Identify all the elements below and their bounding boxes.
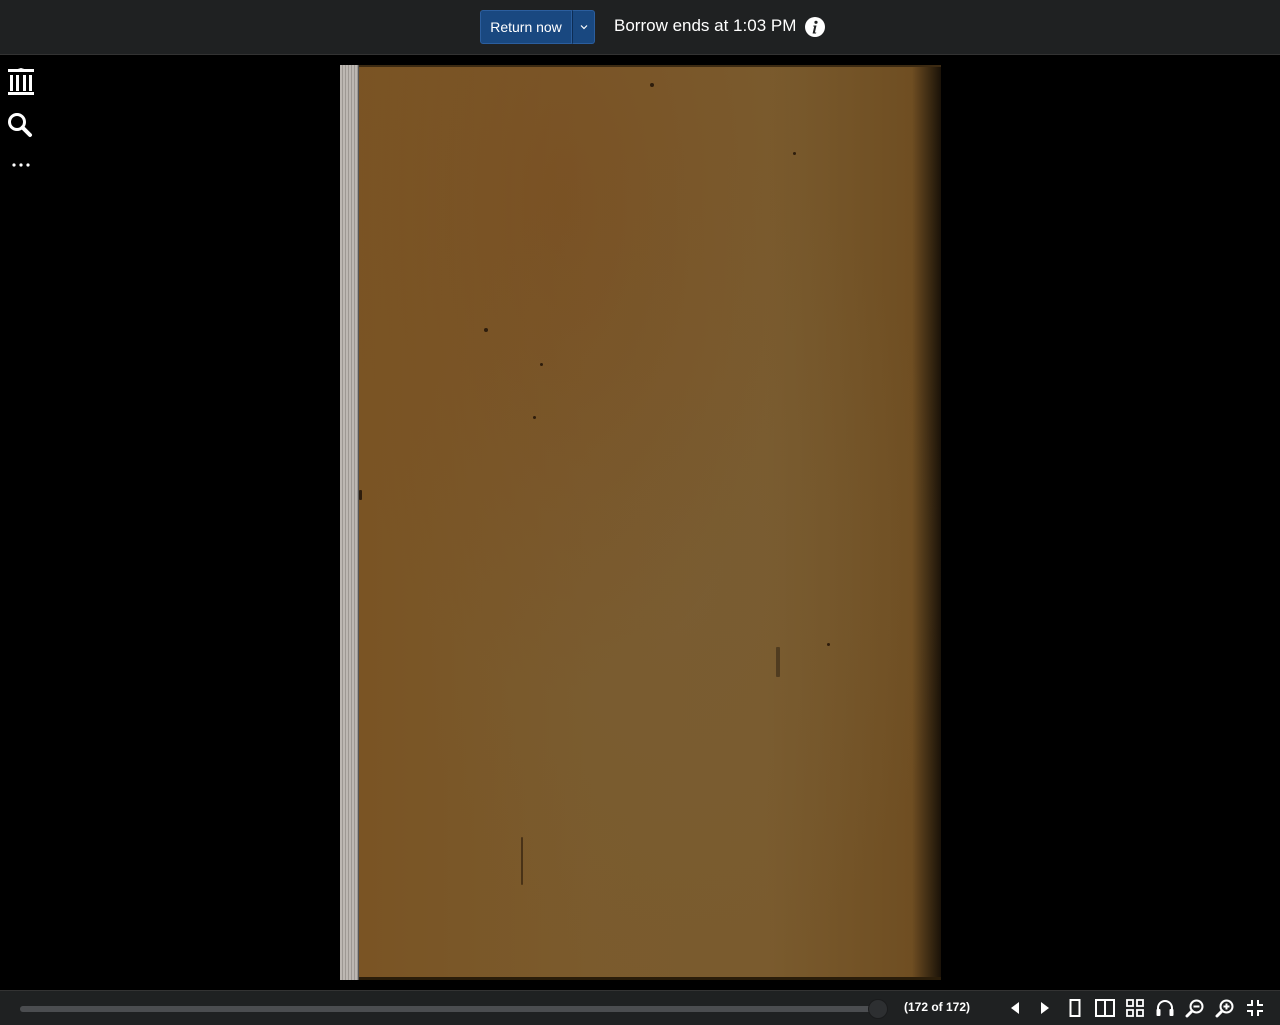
two-page-view-icon[interactable]	[1094, 997, 1116, 1019]
thumbnail-view-icon[interactable]	[1124, 997, 1146, 1019]
more-icon[interactable]	[6, 156, 36, 174]
page-edges	[340, 65, 359, 980]
book-page[interactable]	[340, 65, 941, 980]
exit-fullscreen-icon[interactable]	[1244, 997, 1266, 1019]
previous-page-icon[interactable]	[1004, 997, 1026, 1019]
zoom-out-icon[interactable]	[1184, 997, 1206, 1019]
read-aloud-icon[interactable]	[1154, 997, 1176, 1019]
one-page-view-icon[interactable]	[1064, 997, 1086, 1019]
info-icon[interactable]	[805, 17, 825, 37]
scrubber-handle[interactable]	[868, 999, 888, 1019]
top-bar: Return now Borrow ends at 1:03 PM	[0, 0, 1280, 55]
bottom-toolbar: (172 of 172)	[0, 990, 1280, 1025]
scrubber-progress	[20, 1006, 878, 1012]
next-page-icon[interactable]	[1034, 997, 1056, 1019]
chevron-down-icon	[580, 25, 587, 30]
return-button-group: Return now	[480, 10, 595, 44]
return-options-button[interactable]	[572, 10, 595, 44]
archive-building-icon[interactable]	[6, 67, 36, 97]
borrow-status-text: Borrow ends at 1:03 PM	[614, 16, 797, 35]
back-cover-image	[359, 65, 941, 980]
page-indicator: (172 of 172)	[904, 1000, 971, 1014]
search-icon[interactable]	[6, 112, 34, 138]
page-scrubber[interactable]	[20, 999, 888, 1019]
return-now-button[interactable]: Return now	[480, 10, 572, 44]
zoom-in-icon[interactable]	[1214, 997, 1236, 1019]
